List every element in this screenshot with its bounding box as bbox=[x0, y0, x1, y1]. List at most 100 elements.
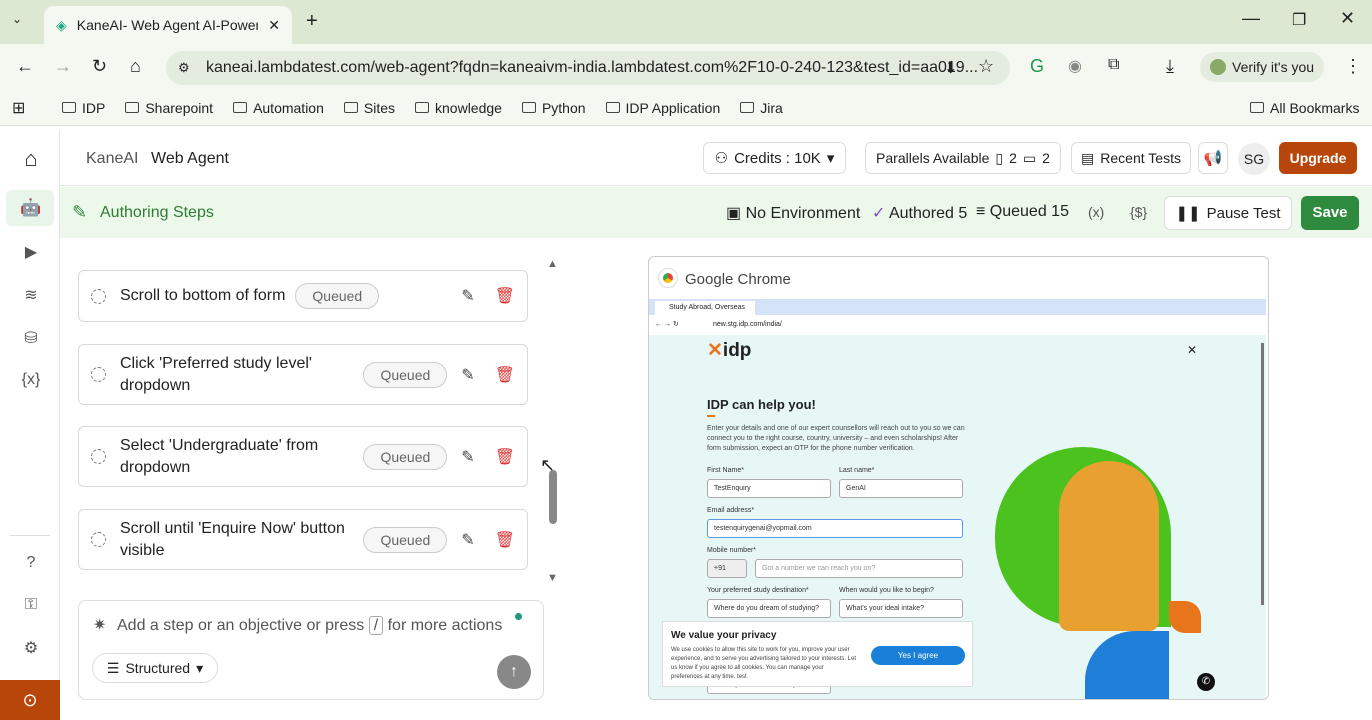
edit-icon[interactable]: ✎ bbox=[461, 447, 474, 467]
delete-icon[interactable]: 🗑 bbox=[495, 286, 515, 306]
credits-label: Credits : 10K bbox=[734, 149, 821, 167]
privacy-banner: We value your privacy We use cookies to … bbox=[662, 621, 973, 687]
privacy-title: We value your privacy bbox=[671, 630, 777, 641]
idp-page: ✕idp ✕ IDP can help you! Enter your deta… bbox=[649, 335, 1266, 699]
all-bookmarks[interactable]: All Bookmarks bbox=[1250, 100, 1359, 116]
authored-label: Authored 5 bbox=[888, 205, 968, 222]
reload-icon[interactable]: ↻ bbox=[92, 56, 107, 77]
browser-tab[interactable]: ◈ KaneAI- Web Agent AI-Powered ✕ bbox=[44, 6, 292, 44]
edit-icon[interactable]: ✎ bbox=[461, 365, 474, 385]
sidebar-item-agent[interactable]: 🤖 bbox=[6, 190, 54, 226]
forward-icon[interactable]: → bbox=[54, 56, 72, 77]
scroll-down-icon[interactable]: ▼ bbox=[547, 572, 558, 584]
bookmark-idp-application[interactable]: IDP Application bbox=[605, 99, 721, 116]
video-icon[interactable]: ▶ bbox=[20, 242, 42, 264]
extensions-icon[interactable]: ⧉ bbox=[1108, 56, 1119, 74]
close-window-icon[interactable]: ✕ bbox=[1340, 8, 1355, 29]
page-title: Web Agent bbox=[151, 150, 229, 167]
help-icon[interactable]: ? bbox=[20, 554, 42, 576]
close-tab-icon[interactable]: ✕ bbox=[268, 17, 280, 34]
user-avatar[interactable]: SG bbox=[1238, 143, 1270, 175]
idp-intro: Enter your details and one of our expert… bbox=[707, 425, 965, 452]
step-text: Click 'Preferred study level' dropdown bbox=[120, 354, 312, 394]
preview-window-title: Google Chrome bbox=[685, 271, 791, 288]
variables-button[interactable]: (x) bbox=[1088, 204, 1104, 220]
bookmarks-bar: ⊞ IDP Sharepoint Automation Sites knowle… bbox=[0, 90, 1372, 126]
bookmark-python[interactable]: Python bbox=[521, 100, 586, 116]
bookmark-label: Sharepoint bbox=[145, 99, 214, 116]
idp-heading: IDP can help you! bbox=[707, 397, 816, 412]
bookmark-sites[interactable]: Sites bbox=[343, 99, 396, 116]
step-card[interactable]: Click 'Preferred study level' dropdown Qu… bbox=[78, 344, 528, 405]
first-name-field: TestEnquiry bbox=[707, 479, 831, 498]
bookmark-label: IDP Application bbox=[625, 99, 721, 116]
delete-icon[interactable]: 🗑 bbox=[495, 447, 515, 467]
edit-icon[interactable]: ✎ bbox=[461, 530, 474, 550]
minimize-icon[interactable]: — bbox=[1242, 8, 1260, 29]
announcement-button[interactable]: 📢 bbox=[1198, 142, 1228, 174]
install-icon[interactable]: ⬇ bbox=[944, 58, 957, 78]
layers-icon[interactable]: ≋ bbox=[20, 285, 42, 307]
key-icon[interactable]: ⚿ bbox=[20, 596, 42, 618]
downloads-icon[interactable]: ⤓ bbox=[1166, 56, 1174, 77]
first-name-label: First Name* bbox=[707, 467, 744, 474]
send-button[interactable]: ↑ bbox=[497, 655, 531, 689]
bookmark-jira[interactable]: Jira bbox=[740, 100, 783, 116]
upgrade-sidebar-icon[interactable]: ⊙ bbox=[0, 680, 60, 720]
grammarly-icon[interactable]: G bbox=[1030, 56, 1044, 77]
bookmark-label: Sites bbox=[363, 99, 396, 116]
step-card[interactable]: Select 'Undergraduate' from dropdown Queu… bbox=[78, 426, 528, 487]
mode-dropdown[interactable]: ☰ Structured ▾ bbox=[92, 653, 218, 683]
bookmark-knowledge[interactable]: knowledge bbox=[415, 100, 502, 116]
status-badge: Queued bbox=[295, 283, 380, 309]
verify-button[interactable]: Verify it's you bbox=[1200, 52, 1324, 82]
pause-test-button[interactable]: ❚❚ Pause Test bbox=[1164, 196, 1292, 230]
heading-underline bbox=[707, 415, 715, 417]
preview-tabstrip: Study Abroad, Overseas bbox=[649, 299, 1266, 315]
status-badge: Queued bbox=[363, 443, 448, 470]
scroll-up-icon[interactable]: ▲ bbox=[547, 258, 558, 270]
megaphone-icon: 📢 bbox=[1203, 150, 1223, 167]
authoring-header: ✎ Authoring Steps ▣ No Environment ✓ Aut… bbox=[60, 187, 1372, 238]
secrets-button[interactable]: {$} bbox=[1130, 204, 1147, 220]
bookmark-label: IDP bbox=[82, 99, 106, 116]
site-info-icon[interactable]: ⚙ bbox=[178, 60, 190, 76]
bookmark-label: knowledge bbox=[435, 99, 502, 116]
upgrade-button[interactable]: Upgrade bbox=[1279, 142, 1357, 174]
new-tab-icon[interactable]: + bbox=[306, 10, 318, 33]
bookmark-idp[interactable]: IDP bbox=[62, 100, 105, 116]
tab-search-icon[interactable]: ⌄ bbox=[12, 12, 22, 26]
credits-dropdown[interactable]: ⚇ Credits : 10K ▾ bbox=[703, 142, 846, 174]
recent-tests-button[interactable]: ▤ Recent Tests bbox=[1071, 142, 1191, 174]
database-icon[interactable]: ⛁ bbox=[20, 328, 42, 350]
delete-icon[interactable]: 🗑 bbox=[495, 365, 515, 385]
variables-icon[interactable]: {x} bbox=[20, 371, 42, 393]
apps-icon[interactable]: ⊞ bbox=[12, 98, 25, 118]
folder-icon bbox=[605, 102, 620, 113]
back-icon[interactable]: ← bbox=[16, 56, 34, 77]
kaneai-logo-icon: ⌂ bbox=[24, 146, 38, 171]
url-bar[interactable]: ⚙ kaneai.lambdatest.com/web-agent?fqdn=ka… bbox=[166, 51, 1010, 85]
folder-icon bbox=[521, 102, 536, 113]
environment-indicator[interactable]: ▣ No Environment bbox=[726, 203, 860, 223]
composer-input[interactable]: Add a step or an objective or press / fo… bbox=[117, 616, 502, 635]
menu-icon[interactable]: ⋮ bbox=[1344, 56, 1362, 77]
whatsapp-icon: ✆ bbox=[1197, 673, 1215, 691]
save-button[interactable]: Save bbox=[1301, 196, 1359, 230]
delete-icon[interactable]: 🗑 bbox=[495, 530, 515, 550]
step-card[interactable]: Scroll to bottom of form Queued ✎ 🗑 bbox=[78, 270, 528, 322]
steps-scrollbar[interactable] bbox=[549, 470, 557, 524]
maximize-icon[interactable]: ❐ bbox=[1292, 10, 1306, 30]
folder-icon bbox=[125, 102, 140, 113]
bookmark-star-icon[interactable]: ☆ bbox=[978, 56, 994, 77]
sidebar-divider bbox=[10, 535, 50, 536]
camera-icon[interactable]: ◉ bbox=[1068, 56, 1082, 76]
home-icon[interactable]: ⌂ bbox=[130, 56, 141, 77]
step-composer[interactable]: ✷ Add a step or an objective or press / … bbox=[78, 600, 544, 700]
step-card[interactable]: Scroll until 'Enquire Now' button visibl… bbox=[78, 509, 528, 570]
preview-url: new.stg.idp.com/india/ bbox=[713, 321, 782, 328]
settings-icon[interactable]: ⚙ bbox=[20, 638, 42, 660]
edit-icon[interactable]: ✎ bbox=[461, 286, 474, 306]
bookmark-automation[interactable]: Automation bbox=[233, 100, 324, 116]
bookmark-sharepoint[interactable]: Sharepoint bbox=[125, 100, 213, 116]
